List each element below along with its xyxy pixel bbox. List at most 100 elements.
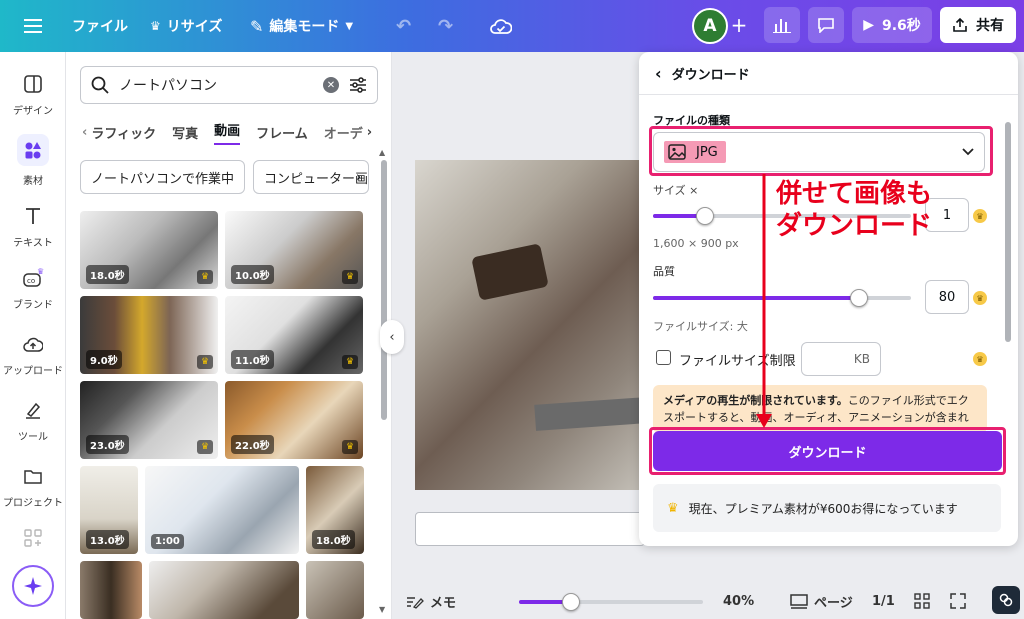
zoom-slider-knob[interactable] [561,593,580,611]
media-warning-box: メディアの再生が制限されています。このファイル形式でエクスポートすると、動画、オ… [653,385,987,433]
video-thumb[interactable] [80,561,142,619]
highlight-file-type [649,126,993,176]
layout-icon [21,72,45,96]
tab-frames[interactable]: フレーム [256,123,308,142]
quality-label: 品質 [653,265,675,278]
video-thumb[interactable]: 22.0秒 ♛ [225,381,363,459]
add-collaborator-button[interactable]: + [724,7,754,43]
quality-slider[interactable] [653,289,911,307]
tab-videos[interactable]: 動画 [214,120,241,145]
filter-icon[interactable] [349,76,367,94]
video-thumb[interactable]: 11.0秒 ♛ [225,296,363,374]
rail-item-elements[interactable]: 素材 [0,134,66,187]
pages-button[interactable]: ページ [790,592,853,611]
quality-input[interactable]: 80 [925,280,969,314]
video-thumb[interactable] [306,561,364,619]
tabs-next-chevron-icon[interactable]: › [367,125,372,140]
edit-mode-button[interactable]: ✎ 編集モード ▼ [250,8,353,44]
annotation-arrow [756,174,772,428]
rail-item-upload[interactable]: アップロード [0,332,66,377]
quality-value: 80 [938,289,956,305]
svg-text:♛: ♛ [37,268,44,276]
draw-icon [21,398,45,422]
comments-button[interactable] [808,7,844,43]
rail-item-design[interactable]: デザイン [0,72,66,117]
redo-button[interactable]: ↷ [438,8,453,44]
canvas-video-frame[interactable] [415,160,650,490]
video-thumb[interactable]: 10.0秒 ♛ [225,211,363,289]
annotation-line-1: 併せて画像も [776,179,933,209]
search-bar[interactable]: ノートパソコン ✕ [80,66,378,104]
grid-view-icon[interactable] [914,593,930,609]
filesize-limit-input[interactable]: KB [801,342,881,376]
avatar[interactable]: A [692,8,728,44]
menu-button[interactable] [24,8,42,44]
video-thumb[interactable]: 18.0秒 [306,466,364,554]
collapse-panel-button[interactable]: ‹ [380,320,404,354]
resize-button[interactable]: ♛ リサイズ [150,8,222,44]
rail-item-apps[interactable] [0,526,66,550]
file-menu-button[interactable]: ファイル [72,8,128,44]
premium-promo[interactable]: ♛ 現在、プレミアム素材が¥600お得になっています [653,484,1001,532]
zoom-slider[interactable] [519,593,703,611]
play-button[interactable]: ▶ 9.6秒 [852,7,932,43]
bar-chart-icon [773,19,791,33]
premium-crown-icon: ♛ [973,291,987,305]
filesize-limit-checkbox[interactable] [656,350,671,365]
tab-photos[interactable]: 写真 [172,123,198,142]
tab-audio[interactable]: オーデ [324,123,363,142]
scroll-down-arrow-icon[interactable]: ▼ [379,605,385,614]
rail-label: ツール [18,432,48,443]
back-chevron-icon[interactable]: ‹ [655,64,662,83]
premium-crown-icon: ♛ [342,270,358,284]
video-thumb[interactable]: 18.0秒 ♛ [80,211,218,289]
chip-computer-screen[interactable]: コンピューター画 [253,160,370,194]
size-slider-knob[interactable] [695,207,714,225]
chevron-left-icon: ‹ [389,329,395,345]
scroll-up-arrow-icon[interactable]: ▲ [379,148,385,157]
chip-working-on-laptop[interactable]: ノートパソコンで作業中 [80,160,246,194]
video-thumb[interactable]: 13.0秒 [80,466,138,554]
video-thumb[interactable]: 9.0秒 ♛ [80,296,218,374]
insights-button[interactable] [764,7,800,43]
filesize-limit-unit: KB [853,352,870,366]
notes-button[interactable]: メモ [406,592,456,611]
zoom-value[interactable]: 40% [723,594,754,609]
download-panel-scrollbar[interactable] [1005,122,1011,342]
fullscreen-icon[interactable] [950,593,966,609]
premium-crown-icon: ♛ [197,440,213,454]
undo-button[interactable]: ↶ [396,8,411,44]
chips-next-chevron-icon[interactable]: › [356,170,361,185]
rail-item-text[interactable]: テキスト [0,204,66,249]
search-input[interactable]: ノートパソコン [119,75,313,95]
premium-crown-icon: ♛ [197,270,213,284]
quality-slider-knob[interactable] [850,289,869,307]
help-button[interactable] [992,586,1020,614]
tabs-prev-chevron-icon[interactable]: ‹ [82,125,87,140]
video-duration: 11.0秒 [231,350,274,369]
rail-item-brand[interactable]: co ♛ ブランド [0,266,66,311]
tab-graphics[interactable]: ラフィック [91,123,156,142]
video-duration: 13.0秒 [86,530,129,549]
panel-scrollbar[interactable] [381,160,387,420]
video-thumb[interactable]: 1:00 [145,466,299,554]
elements-panel: ノートパソコン ✕ ‹ ラフィック 写真 動画 フレーム オーデ › ノートパソ… [66,52,392,619]
video-thumb[interactable]: 23.0秒 ♛ [80,381,218,459]
size-label: サイズ × [653,184,699,197]
rail-item-tools[interactable]: ツール [0,398,66,443]
cloud-save-button[interactable] [490,8,512,44]
search-icon [91,76,109,94]
resize-label: リサイズ [166,19,223,35]
rail-item-projects[interactable]: プロジェクト [0,464,66,509]
share-button[interactable]: 共有 [940,7,1016,43]
page-timeline-bar[interactable] [415,512,645,546]
video-duration: 23.0秒 [86,435,129,454]
download-panel-header[interactable]: ‹ ダウンロード [655,64,750,83]
video-thumb[interactable] [149,561,299,619]
rail-label: プロジェクト [3,498,63,509]
file-label: ファイル [72,19,128,35]
clear-search-icon[interactable]: ✕ [323,77,339,93]
premium-crown-icon: ♛ [973,352,987,366]
magic-assistant-button[interactable] [12,565,54,607]
rail-label: アップロード [3,366,63,377]
